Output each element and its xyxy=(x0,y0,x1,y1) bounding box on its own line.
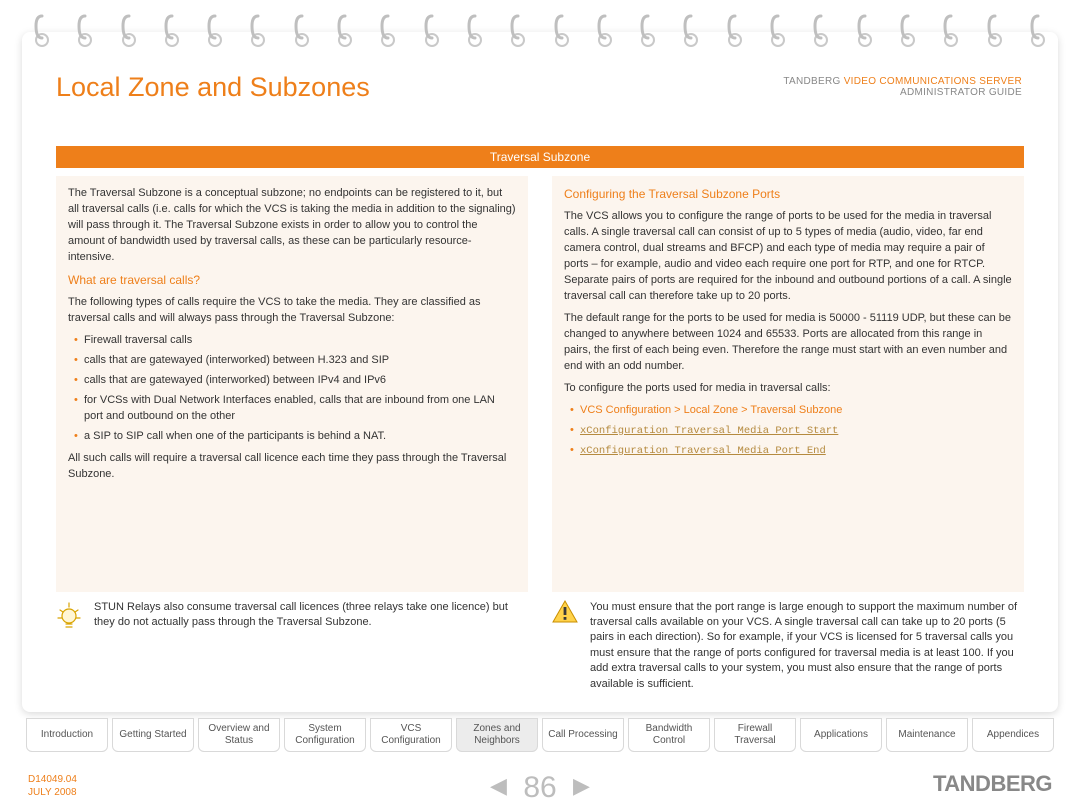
page-title: Local Zone and Subzones xyxy=(56,72,370,103)
tab-system-config[interactable]: System Configuration xyxy=(284,718,366,752)
brand-logo: TANDBERG xyxy=(933,771,1052,797)
tab-appendices[interactable]: Appendices xyxy=(972,718,1054,752)
spiral-ring xyxy=(857,14,873,48)
notes-row: STUN Relays also consume traversal call … xyxy=(56,600,1024,692)
cli-command-link[interactable]: xConfiguration Traversal Media Port End xyxy=(580,445,826,457)
cli-command-link[interactable]: xConfiguration Traversal Media Port Star… xyxy=(580,425,838,437)
tab-maintenance[interactable]: Maintenance xyxy=(886,718,968,752)
nav-path-link[interactable]: VCS Configuration > Local Zone > Travers… xyxy=(580,404,842,416)
spiral-ring xyxy=(1030,14,1046,48)
tab-applications[interactable]: Applications xyxy=(800,718,882,752)
prev-page-arrow-icon[interactable]: ◀ xyxy=(482,773,515,798)
tab-zones-neighbors[interactable]: Zones and Neighbors xyxy=(456,718,538,752)
spiral-ring xyxy=(380,14,396,48)
warning-icon xyxy=(552,600,580,692)
spiral-ring xyxy=(770,14,786,48)
config-heading: Configuring the Traversal Subzone Ports xyxy=(564,186,1012,203)
next-page-arrow-icon[interactable]: ▶ xyxy=(565,773,598,798)
tip-text: STUN Relays also consume traversal call … xyxy=(94,600,528,692)
list-item[interactable]: xConfiguration Traversal Media Port End xyxy=(570,443,1012,459)
warning-note: You must ensure that the port range is l… xyxy=(552,600,1024,692)
spiral-ring xyxy=(467,14,483,48)
list-item: calls that are gatewayed (interworked) b… xyxy=(74,373,516,389)
config-p2: The default range for the ports to be us… xyxy=(564,311,1012,375)
spiral-ring xyxy=(943,14,959,48)
left-column: The Traversal Subzone is a conceptual su… xyxy=(56,176,528,592)
spiral-ring xyxy=(987,14,1003,48)
right-column: Configuring the Traversal Subzone Ports … xyxy=(552,176,1024,592)
list-item[interactable]: VCS Configuration > Local Zone > Travers… xyxy=(570,403,1012,419)
nav-tabs: Introduction Getting Started Overview an… xyxy=(26,718,1054,752)
traversal-after: All such calls will require a traversal … xyxy=(68,451,516,483)
spiral-ring xyxy=(337,14,353,48)
tab-getting-started[interactable]: Getting Started xyxy=(112,718,194,752)
lightbulb-icon xyxy=(56,600,84,692)
spiral-ring xyxy=(510,14,526,48)
config-p3: To configure the ports used for media in… xyxy=(564,381,1012,397)
traversal-intro: The following types of calls require the… xyxy=(68,295,516,327)
spiral-ring xyxy=(250,14,266,48)
list-item: a SIP to SIP call when one of the partic… xyxy=(74,429,516,445)
page-number: 86 xyxy=(523,771,556,804)
spiral-ring xyxy=(34,14,50,48)
intro-text: The Traversal Subzone is a conceptual su… xyxy=(68,186,516,266)
spiral-ring xyxy=(424,14,440,48)
spiral-ring xyxy=(554,14,570,48)
spiral-ring xyxy=(77,14,93,48)
section-banner: Traversal Subzone xyxy=(56,146,1024,168)
warning-text: You must ensure that the port range is l… xyxy=(590,600,1024,692)
tab-bandwidth[interactable]: Bandwidth Control xyxy=(628,718,710,752)
list-item: Firewall traversal calls xyxy=(74,333,516,349)
tip-note: STUN Relays also consume traversal call … xyxy=(56,600,528,692)
config-list: VCS Configuration > Local Zone > Travers… xyxy=(564,403,1012,459)
product-name: VIDEO COMMUNICATIONS SERVER xyxy=(844,76,1022,87)
content-columns: The Traversal Subzone is a conceptual su… xyxy=(56,176,1024,592)
spiral-ring xyxy=(207,14,223,48)
tab-call-processing[interactable]: Call Processing xyxy=(542,718,624,752)
tab-vcs-config[interactable]: VCS Configuration xyxy=(370,718,452,752)
spiral-ring xyxy=(294,14,310,48)
spiral-ring xyxy=(683,14,699,48)
spiral-ring xyxy=(597,14,613,48)
spiral-ring xyxy=(813,14,829,48)
brand-name: TANDBERG xyxy=(783,76,840,87)
tab-introduction[interactable]: Introduction xyxy=(26,718,108,752)
list-item: calls that are gatewayed (interworked) b… xyxy=(74,353,516,369)
spiral-ring xyxy=(727,14,743,48)
tab-firewall[interactable]: Firewall Traversal xyxy=(714,718,796,752)
spiral-ring xyxy=(900,14,916,48)
page-sheet: Local Zone and Subzones TANDBERG VIDEO C… xyxy=(22,32,1058,712)
spiral-ring xyxy=(640,14,656,48)
guide-subtitle: ADMINISTRATOR GUIDE xyxy=(900,87,1022,98)
tab-overview-status[interactable]: Overview and Status xyxy=(198,718,280,752)
list-item[interactable]: xConfiguration Traversal Media Port Star… xyxy=(570,423,1012,439)
spiral-binding: document.write(Array.from({length:24}).m… xyxy=(0,14,1080,50)
list-item: for VCSs with Dual Network Interfaces en… xyxy=(74,393,516,425)
page-nav: ◀ 86 ▶ xyxy=(0,771,1080,805)
traversal-heading: What are traversal calls? xyxy=(68,272,516,289)
header-right: TANDBERG VIDEO COMMUNICATIONS SERVER ADM… xyxy=(783,76,1022,98)
spiral-ring xyxy=(164,14,180,48)
spiral-ring xyxy=(121,14,137,48)
config-p1: The VCS allows you to configure the rang… xyxy=(564,209,1012,305)
traversal-list: Firewall traversal calls calls that are … xyxy=(68,333,516,445)
